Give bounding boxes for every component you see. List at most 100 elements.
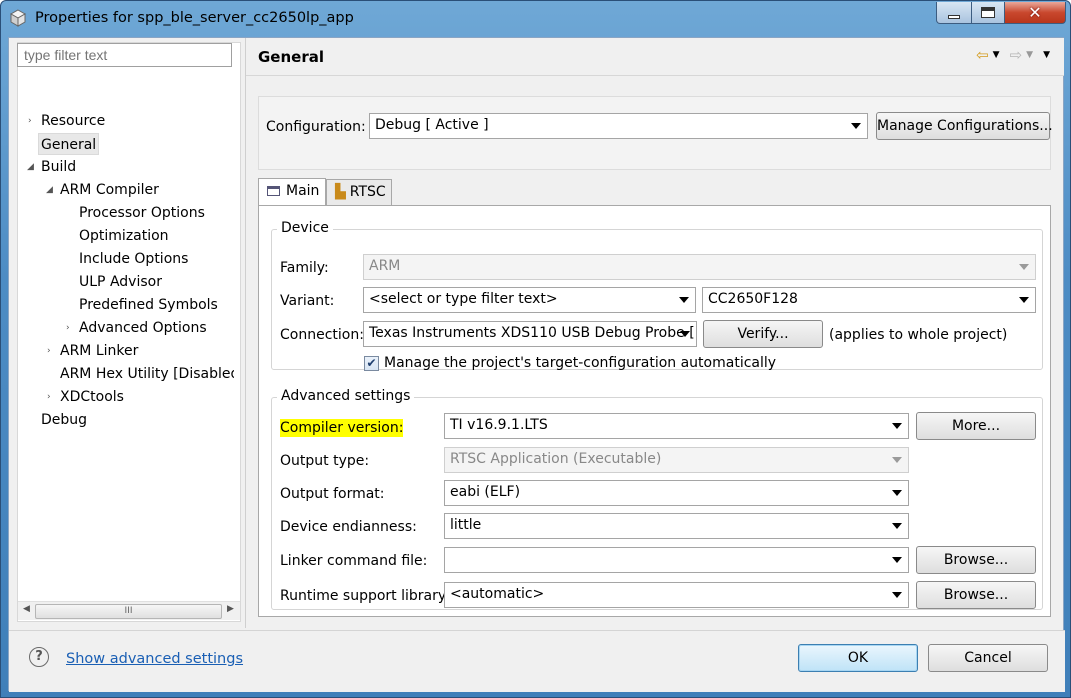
output-format-select[interactable]: eabi (ELF) <box>444 480 909 506</box>
help-icon[interactable]: ? <box>29 647 49 667</box>
tab-main[interactable]: Main <box>258 178 326 206</box>
expanded-triangle-icon[interactable]: ◢ <box>27 156 37 178</box>
rtsc-tab-icon: ▙ <box>335 184 346 200</box>
filter-input[interactable] <box>17 43 232 67</box>
dropdown-arrow-icon <box>892 523 902 529</box>
endianness-select[interactable]: little <box>444 513 909 539</box>
dropdown-arrow-icon <box>1019 264 1029 270</box>
family-select: ARM <box>363 254 1036 280</box>
more-button[interactable]: More... <box>916 412 1036 440</box>
dropdown-arrow-icon <box>892 457 902 463</box>
dropdown-arrow-icon <box>1019 297 1029 303</box>
dialog-button-bar: ? Show advanced settings OK Cancel <box>9 630 1065 692</box>
compiler-version-select[interactable]: TI v16.9.1.LTS <box>444 413 909 439</box>
close-button[interactable]: ✕ <box>1004 2 1066 24</box>
dropdown-arrow-icon <box>851 123 861 129</box>
forward-menu-icon[interactable]: ▼ <box>1026 50 1033 60</box>
endianness-value: little <box>450 517 482 533</box>
main-tab-icon <box>267 186 280 196</box>
chevron-right-icon[interactable]: › <box>66 317 76 339</box>
dropdown-arrow-icon <box>892 557 902 563</box>
forward-arrow-icon[interactable]: ⇨ <box>1010 46 1023 64</box>
tab-rtsc[interactable]: ▙ RTSC <box>326 179 392 206</box>
tree-item-general[interactable]: General <box>38 133 100 155</box>
linker-command-select[interactable] <box>444 547 909 573</box>
manage-target-checkbox[interactable]: ✔ <box>364 356 379 371</box>
minimize-icon <box>948 14 960 19</box>
back-arrow-icon[interactable]: ⇦ <box>976 46 989 64</box>
scroll-thumb[interactable]: III <box>35 604 222 619</box>
browse-linker-button[interactable]: Browse... <box>916 546 1036 574</box>
tree-item-arm-linker[interactable]: ARM Linker <box>60 340 138 362</box>
tree-item-optimization[interactable]: Optimization <box>79 225 169 247</box>
view-menu-icon[interactable]: ▼ <box>1043 50 1050 60</box>
verify-button[interactable]: Verify... <box>703 320 823 348</box>
tree-item-advanced-options[interactable]: Advanced Options <box>79 317 207 339</box>
variant-select[interactable]: CC2650F128 <box>702 287 1036 313</box>
dialog-client: › Resource General ◢ Build ◢ ARM Compile… <box>8 37 1065 692</box>
output-format-label: Output format: <box>280 486 385 502</box>
manage-target-label: Manage the project's target-configuratio… <box>384 355 777 371</box>
dropdown-arrow-icon <box>680 331 690 337</box>
back-menu-icon[interactable]: ▼ <box>993 50 1000 60</box>
maximize-button[interactable] <box>971 2 1005 24</box>
minimize-button[interactable] <box>936 2 972 24</box>
maximize-icon <box>981 7 995 18</box>
variant-filter-value: <select or type filter text> <box>369 291 558 307</box>
output-format-value: eabi (ELF) <box>450 484 521 500</box>
variant-value: CC2650F128 <box>708 291 798 307</box>
cancel-button[interactable]: Cancel <box>928 644 1048 672</box>
tree-item-ulp-advisor[interactable]: ULP Advisor <box>79 271 162 293</box>
scroll-left-icon[interactable]: ◀ <box>23 604 30 614</box>
compiler-version-value: TI v16.9.1.LTS <box>450 417 548 433</box>
tree-item-build[interactable]: Build <box>41 156 76 178</box>
family-label: Family: <box>280 260 329 276</box>
checkmark-icon: ✔ <box>366 356 377 370</box>
page-header: General ⇦ ▼ ⇨ ▼ ▼ <box>246 38 1064 76</box>
title-bar[interactable]: Properties for spp_ble_server_cc2650lp_a… <box>1 1 1070 37</box>
connection-value: Texas Instruments XDS110 USB Debug Probe… <box>369 325 695 341</box>
variant-filter-select[interactable]: <select or type filter text> <box>363 287 696 313</box>
page-area: General ⇦ ▼ ⇨ ▼ ▼ Configuration: Debug [… <box>246 38 1064 628</box>
ok-button[interactable]: OK <box>798 644 918 672</box>
device-group-title: Device <box>277 220 333 236</box>
dropdown-arrow-icon <box>892 592 902 598</box>
chevron-right-icon[interactable]: › <box>47 386 57 408</box>
tree-item-arm-hex-utility[interactable]: ARM Hex Utility [Disabled] <box>60 363 234 385</box>
show-advanced-settings-link[interactable]: Show advanced settings <box>66 651 243 667</box>
tree-horizontal-scrollbar[interactable]: ◀ III ▶ <box>18 601 240 620</box>
manage-configurations-button[interactable]: Manage Configurations... <box>876 112 1053 140</box>
expanded-triangle-icon[interactable]: ◢ <box>46 179 56 201</box>
browse-runtime-button[interactable]: Browse... <box>916 581 1036 609</box>
tree-item-debug[interactable]: Debug <box>41 409 87 431</box>
tree-item-arm-compiler[interactable]: ARM Compiler <box>60 179 159 201</box>
linker-command-label: Linker command file: <box>280 553 428 569</box>
output-type-value: RTSC Application (Executable) <box>450 451 662 467</box>
applies-note: (applies to whole project) <box>829 327 1008 343</box>
configuration-value: Debug [ Active ] <box>375 117 489 133</box>
tree-item-xdctools[interactable]: XDCtools <box>60 386 124 408</box>
chevron-right-icon[interactable]: › <box>28 110 38 132</box>
help-icon-glyph: ? <box>35 649 43 664</box>
properties-window: Properties for spp_ble_server_cc2650lp_a… <box>0 0 1071 698</box>
compiler-version-label: Compiler version: <box>280 419 404 437</box>
connection-label: Connection: <box>280 327 364 343</box>
runtime-library-label: Runtime support library: <box>280 588 450 604</box>
tree-item-include-options[interactable]: Include Options <box>79 248 188 270</box>
app-cube-icon <box>9 9 27 27</box>
configuration-label: Configuration: <box>266 119 366 135</box>
endianness-label: Device endianness: <box>280 519 417 535</box>
connection-select[interactable]: Texas Instruments XDS110 USB Debug Probe… <box>363 321 697 347</box>
runtime-library-select[interactable]: <automatic> <box>444 582 909 608</box>
tab-main-label: Main <box>286 183 320 199</box>
tree-item-resource[interactable]: Resource <box>41 110 105 132</box>
output-type-label: Output type: <box>280 453 370 469</box>
advanced-group-title: Advanced settings <box>277 388 415 404</box>
configuration-select[interactable]: Debug [ Active ] <box>369 113 868 139</box>
tree-item-processor-options[interactable]: Processor Options <box>79 202 205 224</box>
configuration-bar: Configuration: Debug [ Active ] Manage C… <box>258 96 1053 170</box>
chevron-right-icon[interactable]: › <box>47 340 57 362</box>
close-icon: ✕ <box>1028 3 1042 22</box>
tree-item-predefined-symbols[interactable]: Predefined Symbols <box>79 294 218 316</box>
scroll-right-icon[interactable]: ▶ <box>227 604 234 614</box>
